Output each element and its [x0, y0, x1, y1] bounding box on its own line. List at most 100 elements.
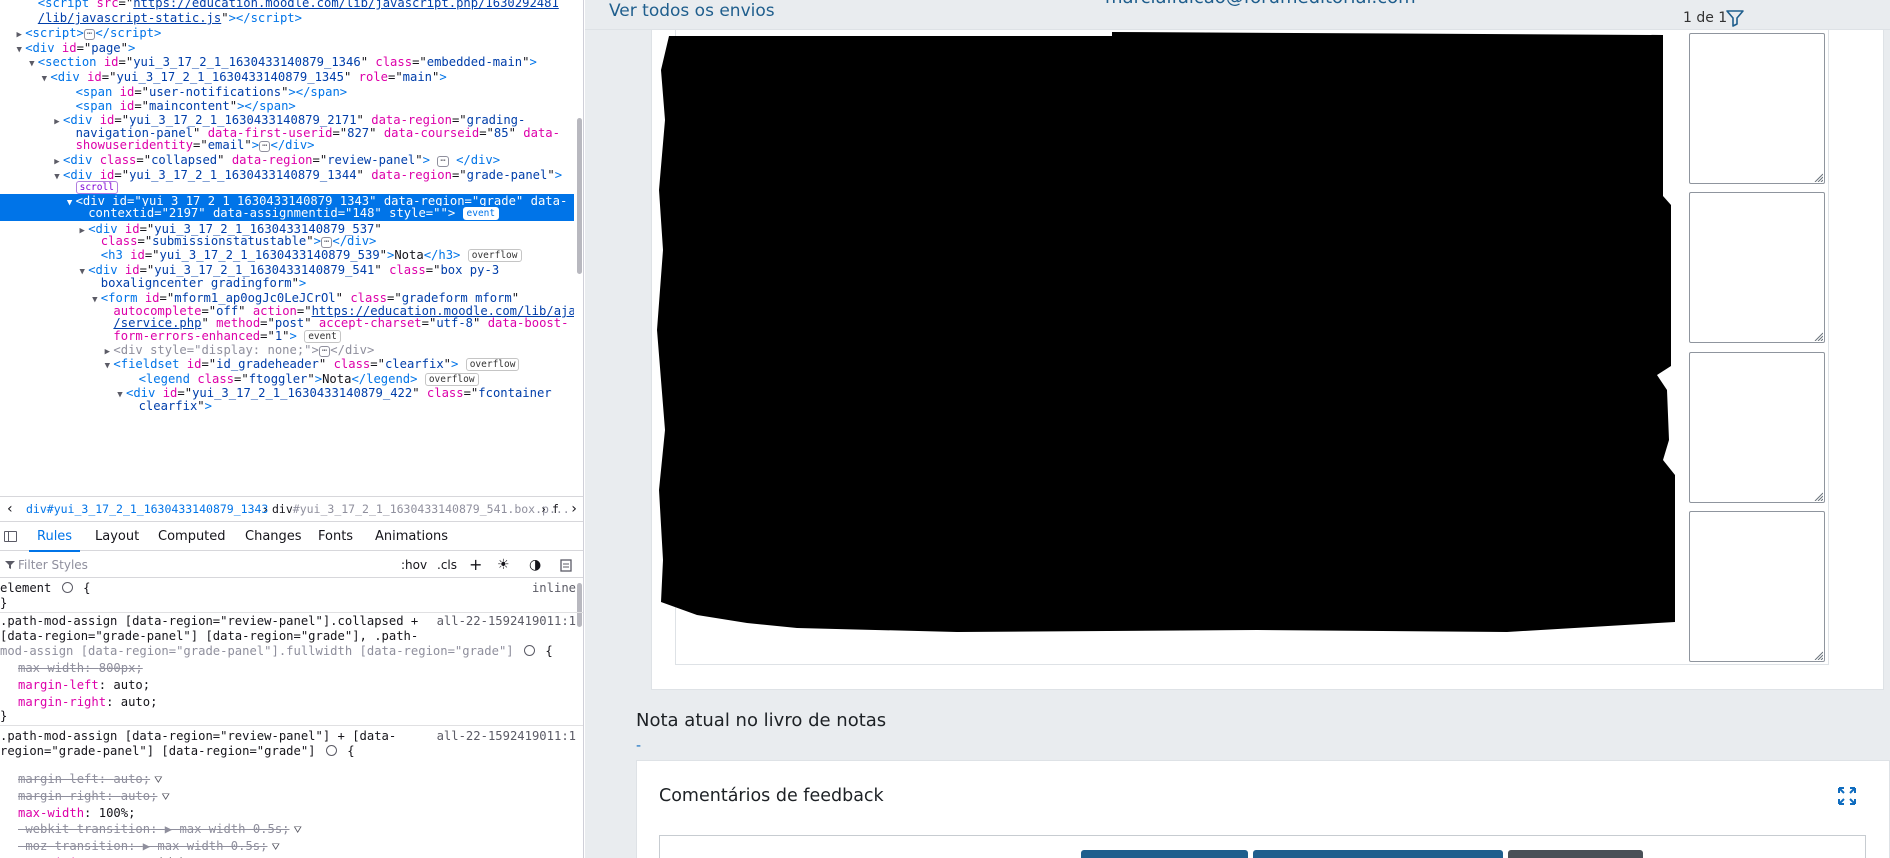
css-property-name[interactable]: max-width	[18, 806, 84, 820]
rule-source[interactable]: all-22-1592419011:1	[437, 614, 576, 629]
tab-computed[interactable]: Computed	[158, 523, 226, 551]
gear-icon[interactable]	[325, 745, 337, 756]
print-simulation-icon[interactable]	[560, 559, 572, 572]
rule-selector[interactable]: .path-mod-assign [data-region="review-pa…	[0, 729, 396, 744]
dom-tree[interactable]: <script src="https://education.moodle.co…	[0, 0, 574, 494]
gear-icon[interactable]	[523, 645, 535, 656]
element-rule[interactable]: element {	[0, 581, 90, 596]
light-mode-icon[interactable]: ☀	[497, 552, 510, 578]
overridden-filter-icon[interactable]: ⛛	[272, 841, 280, 856]
rules-scrollbar[interactable]	[577, 583, 582, 627]
css-property-value[interactable]: auto;	[121, 695, 158, 709]
resize-handle-icon[interactable]	[1813, 331, 1823, 341]
breadcrumb-item[interactable]: div#yui_3_17_2_1_1630433140879_541.box.p…	[272, 497, 570, 521]
reset-button[interactable]	[1508, 850, 1643, 858]
breadcrumb-item[interactable]: div#yui_3_17_2_1_1630433140879_1343	[26, 497, 268, 521]
css-property-name[interactable]: margin-right	[18, 695, 106, 709]
rule-source[interactable]: inline	[532, 581, 576, 596]
criterion-remark-textarea[interactable]	[1689, 511, 1825, 662]
rule-selector[interactable]: region="grade-panel"] [data-region="grad…	[0, 744, 355, 759]
rule-selector[interactable]: mod-assign [data-region="grade-panel"].f…	[0, 644, 553, 659]
css-declaration[interactable]: margin-left: auto; ⛛	[18, 772, 163, 789]
rule-close-brace: }	[0, 709, 8, 723]
css-property-name[interactable]: -webkit-transition	[18, 822, 150, 836]
css-property-value[interactable]: ▶ max-width 0.5s;	[143, 839, 268, 853]
css-property-value[interactable]: 800px;	[99, 661, 143, 675]
tab-animations[interactable]: Animations	[375, 523, 448, 551]
dom-node-line[interactable]: form-errors-enhanced="1"> event	[0, 329, 574, 344]
dom-node-markup: <fieldset id="id_gradeheader" class="cle…	[113, 357, 520, 371]
dom-node-line[interactable]: <script src="https://education.moodle.co…	[0, 0, 574, 11]
user-email: marcialfalcao@forumeditorial.com	[1105, 0, 1416, 9]
css-declaration[interactable]: -moz-transition: ▶ max-width 0.5s; ⛛	[18, 839, 280, 856]
criterion-remark-textarea[interactable]	[1689, 33, 1825, 184]
criterion-remark-textarea[interactable]	[1689, 352, 1825, 503]
dom-node-markup: showuseridentity="email"> ⋯ </div>	[75, 138, 315, 152]
resize-handle-icon[interactable]	[1813, 650, 1823, 660]
current-grade-value: -	[636, 738, 642, 754]
criterion-remark-textarea[interactable]	[1689, 192, 1825, 343]
css-declaration[interactable]: max-width: 100%;	[18, 806, 135, 821]
dom-node-line[interactable]: clearfix">	[0, 399, 574, 414]
dom-node-line[interactable]: <span id="maincontent"></span>	[0, 99, 574, 114]
overridden-filter-icon[interactable]: ⛛	[154, 774, 162, 789]
dom-node-line[interactable]: showuseridentity="email"> ⋯ </div>	[0, 138, 574, 153]
dom-node-line[interactable]: scroll	[0, 180, 574, 195]
css-property-name[interactable]: margin-right	[18, 789, 106, 803]
tab-rules[interactable]: Rules	[28, 523, 81, 552]
grading-navigation-panel: Ver todos os envios marcialfalcao@forume…	[585, 0, 1890, 30]
resize-handle-icon[interactable]	[1813, 491, 1823, 501]
dom-tree-scrollbar[interactable]	[577, 118, 582, 274]
rule-source[interactable]: all-22-1592419011:1	[437, 729, 576, 744]
css-property-name[interactable]: max-width	[18, 661, 84, 675]
dom-node-line[interactable]: /lib/javascript-static.js"></script>	[0, 11, 574, 26]
dom-node-line[interactable]: <span id="user-notifications"></span>	[0, 85, 574, 100]
rule-selector[interactable]: .path-mod-assign [data-region="review-pa…	[0, 614, 418, 629]
dom-node-line[interactable]: <h3 id="yui_3_17_2_1_1630433140879_539">…	[0, 248, 574, 263]
css-declaration[interactable]: -webkit-transition: ▶ max-width 0.5s; ⛛	[18, 822, 302, 839]
css-property-value[interactable]: ▶ max-width 0.5s;	[165, 822, 290, 836]
save-changes-button[interactable]	[1081, 850, 1248, 858]
tab-changes[interactable]: Changes	[245, 523, 302, 551]
dom-node-markup: form-errors-enhanced="1"> event	[113, 329, 341, 343]
css-property-name[interactable]: -moz-transition	[18, 839, 128, 853]
rule-selector[interactable]: [data-region="grade-panel"] [data-region…	[0, 629, 418, 644]
filter-styles-input[interactable]	[18, 557, 298, 573]
breadcrumb-scroll-left-icon[interactable]: ‹	[0, 497, 20, 521]
save-and-show-next-button[interactable]	[1253, 850, 1503, 858]
dom-node-line[interactable]: boxaligncenter gradingform">	[0, 276, 574, 291]
rule-divider	[0, 725, 583, 726]
resize-handle-icon[interactable]	[1813, 172, 1823, 182]
overridden-filter-icon[interactable]: ⛛	[294, 824, 302, 839]
css-property-name[interactable]: margin-left	[18, 678, 99, 692]
css-property-value[interactable]: auto;	[113, 678, 150, 692]
gear-icon[interactable]	[61, 582, 73, 593]
breadcrumb-scroll-right-icon[interactable]: ›	[564, 497, 583, 521]
feedback-comments-title: Comentários de feedback	[659, 786, 884, 806]
dom-node-line[interactable]: class="submissionstatustable"> ⋯ </div>	[0, 234, 574, 249]
current-grade-heading: Nota atual no livro de notas	[636, 710, 887, 731]
view-all-submissions-link[interactable]: Ver todos os envios	[609, 0, 775, 22]
class-toggle-button[interactable]: .cls	[437, 552, 457, 578]
hover-state-button[interactable]: :hov	[401, 552, 427, 578]
css-declaration[interactable]: margin-right: auto;	[18, 695, 157, 710]
css-property-value[interactable]: 100%;	[99, 806, 136, 820]
toggle-pane-icon[interactable]	[4, 531, 17, 542]
overridden-filter-icon[interactable]: ⛛	[161, 791, 169, 806]
css-declaration[interactable]: margin-right: auto; ⛛	[18, 789, 170, 806]
tab-layout[interactable]: Layout	[95, 523, 139, 551]
breadcrumb-item[interactable]: f	[552, 497, 559, 521]
dom-node-line[interactable]: <legend class="ftoggler">Nota</legend> o…	[0, 372, 574, 387]
dark-mode-icon[interactable]: ◑	[529, 552, 541, 578]
dom-node-line[interactable]: contextid="2197" data-assignmentid="148"…	[0, 206, 574, 221]
css-declaration[interactable]: margin-left: auto;	[18, 678, 150, 693]
add-rule-icon[interactable]: +	[469, 552, 482, 578]
css-property-value[interactable]: auto;	[113, 772, 150, 786]
expand-icon[interactable]	[1838, 787, 1856, 805]
tab-fonts[interactable]: Fonts	[318, 523, 353, 551]
filter-icon[interactable]	[1725, 8, 1745, 28]
css-declaration[interactable]: max-width: 800px;	[18, 661, 143, 676]
css-property-value[interactable]: auto;	[121, 789, 158, 803]
css-property-name[interactable]: margin-left	[18, 772, 99, 786]
filter-icon	[5, 561, 15, 569]
